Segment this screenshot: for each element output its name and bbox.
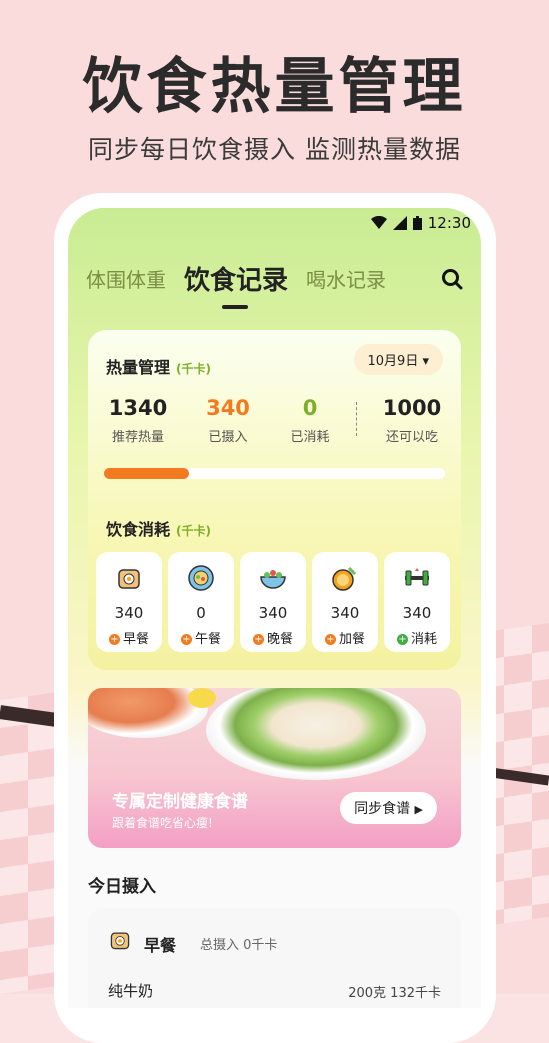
status-time: 12:30	[427, 214, 471, 232]
plus-icon: +	[396, 634, 408, 645]
unit-label: (千卡)	[176, 524, 211, 538]
calorie-progress-bar	[104, 468, 445, 479]
play-arrow-icon: ▶	[414, 803, 423, 816]
chevron-down-icon: ▾	[422, 354, 429, 369]
tab-bar: 体围体重 饮食记录 喝水记录	[86, 260, 463, 309]
banner-subtitle: 跟着食谱吃省心瘦!	[112, 816, 213, 830]
meal-breakfast[interactable]: 340 + 早餐	[96, 552, 162, 652]
calorie-title: 热量管理 (千卡)	[106, 358, 211, 377]
breakfast-icon	[110, 932, 130, 950]
stat-burned: 0 已消耗	[290, 396, 330, 445]
headline: 饮食热量管理	[82, 52, 467, 122]
food-item-name: 纯牛奶	[108, 982, 154, 1000]
stat-intake: 340 已摄入	[206, 396, 250, 445]
meal-exercise[interactable]: 340 + 消耗	[384, 552, 450, 652]
stat-divider	[356, 402, 357, 436]
calorie-card: 热量管理 (千卡) 10月9日 ▾ 1340 推荐热量 340 已摄入 0 已消耗 10…	[88, 330, 461, 670]
plus-icon: +	[324, 634, 336, 645]
date-selector[interactable]: 10月9日 ▾	[353, 344, 443, 375]
meal-lunch[interactable]: 0 + 午餐	[168, 552, 234, 652]
today-intake-title: 今日摄入	[88, 877, 156, 897]
tab-diet-record[interactable]: 饮食记录	[184, 260, 288, 309]
banner-title: 专属定制健康食谱	[112, 792, 248, 812]
tab-water-record[interactable]: 喝水记录	[306, 264, 386, 293]
progress-fill	[104, 468, 190, 479]
recipe-banner[interactable]: 专属定制健康食谱 跟着食谱吃省心瘦! 同步食谱 ▶	[88, 688, 461, 848]
meal-dinner[interactable]: 340 + 晚餐	[240, 552, 306, 652]
subheadline: 同步每日饮食摄入 监测热量数据	[88, 135, 461, 164]
tab-body-measure[interactable]: 体围体重	[86, 264, 166, 293]
snack-icon	[332, 566, 357, 591]
plus-icon: +	[180, 634, 192, 645]
stat-recommended: 1340 推荐热量	[108, 396, 168, 445]
plus-icon: +	[108, 634, 120, 645]
status-bar: 12:30	[370, 214, 471, 232]
intake-entry-card[interactable]: 早餐 总摄入 0千卡 纯牛奶 200克 132千卡	[88, 908, 461, 1008]
search-icon[interactable]	[441, 268, 463, 290]
dinner-icon	[260, 570, 286, 589]
app-screen: 12:30 体围体重 饮食记录 喝水记录 热量管理 (千卡) 10月9日 ▾ 13…	[68, 208, 481, 1008]
unit-label: (千卡)	[176, 362, 211, 376]
battery-icon	[412, 216, 422, 230]
entry-total: 总摄入 0千卡	[200, 938, 278, 953]
consume-title: 饮食消耗 (千卡)	[106, 520, 211, 539]
meal-list: 340 + 早餐 0 + 午餐 340 + 晚餐 340 + 加餐 340 + 消	[96, 552, 450, 652]
sync-recipe-button[interactable]: 同步食谱 ▶	[340, 792, 437, 824]
exercise-icon	[405, 568, 429, 586]
signal-icon	[392, 216, 407, 230]
stat-remaining: 1000 还可以吃	[382, 396, 442, 445]
meal-snack[interactable]: 340 + 加餐	[312, 552, 378, 652]
plus-icon: +	[252, 634, 264, 645]
salad-plate-image	[206, 688, 426, 780]
lemon-image	[188, 688, 216, 708]
lunch-icon	[188, 565, 214, 591]
breakfast-icon	[118, 569, 140, 589]
wifi-icon	[370, 216, 387, 229]
food-item-amount: 200克 132千卡	[348, 986, 441, 1001]
entry-meal-name: 早餐	[144, 936, 177, 955]
